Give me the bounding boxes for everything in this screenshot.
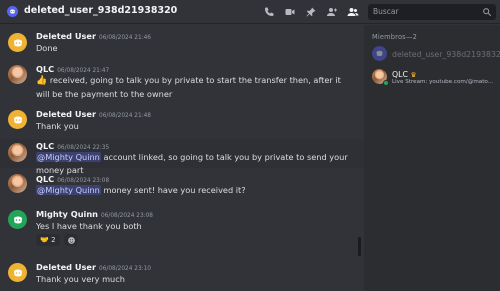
reaction-count: 2: [51, 236, 56, 244]
message-timestamp: 06/08/2024 23:08: [101, 213, 153, 219]
search-icon[interactable]: [482, 7, 492, 17]
avatar[interactable]: [8, 143, 27, 162]
member-item[interactable]: QLC ♛ Live Stream: youtube.com/@mato...: [370, 67, 496, 89]
message[interactable]: QLC 06/08/2024 21:47 👍 received, going to…: [0, 63, 364, 107]
pinned-messages-icon[interactable]: [304, 5, 317, 18]
member-list-icon[interactable]: [346, 5, 359, 18]
handshake-icon: 🤝: [40, 236, 50, 244]
scrollbar-thumb[interactable]: [358, 237, 361, 256]
discord-icon: [13, 269, 22, 276]
message-content: 👍 received, going to talk you by private…: [36, 74, 356, 100]
search-bar[interactable]: Buscar: [368, 4, 496, 20]
dm-avatar: [7, 6, 18, 17]
message[interactable]: QLC 06/08/2024 23:08 @Mighty Quinn money …: [0, 172, 364, 199]
add-reaction-button[interactable]: [64, 234, 78, 246]
message[interactable]: QLC 06/08/2024 22:35 @Mighty Quinn accoun…: [0, 139, 364, 175]
message-author[interactable]: Deleted User: [36, 31, 96, 41]
message-content: Yes I have thank you both: [36, 221, 142, 231]
member-name: deleted_user_938d21938320: [392, 50, 500, 59]
message-author[interactable]: Deleted User: [36, 262, 96, 272]
voice-call-icon[interactable]: [262, 5, 275, 18]
message-author[interactable]: Mighty Quinn: [36, 209, 98, 219]
message-author[interactable]: QLC: [36, 174, 54, 184]
discord-icon: [13, 116, 22, 123]
avatar[interactable]: [8, 110, 27, 129]
thumbs-up-icon: 👍: [36, 76, 48, 86]
message[interactable]: Deleted User 06/08/2024 21:48 Thank you: [0, 109, 364, 136]
avatar: [372, 46, 387, 61]
user-mention[interactable]: @Mighty Quinn: [36, 185, 101, 195]
message-timestamp: 06/08/2024 23:10: [99, 266, 151, 272]
avatar[interactable]: [8, 65, 27, 84]
member-activity: Live Stream: youtube.com/@mato...: [392, 79, 494, 85]
message-author[interactable]: QLC: [36, 64, 54, 74]
message[interactable]: Deleted User 06/08/2024 23:10 Thank you v…: [0, 260, 364, 290]
channel-title: deleted_user_938d21938320: [24, 5, 178, 16]
add-friends-icon[interactable]: [325, 5, 338, 18]
message-content: Thank you very much: [36, 274, 125, 284]
message-content: Done: [36, 43, 58, 53]
message-author[interactable]: QLC: [36, 141, 54, 151]
video-call-icon[interactable]: [283, 5, 296, 18]
crown-icon: ♛: [410, 71, 417, 79]
member-name: QLC: [392, 70, 408, 79]
online-status-icon: [383, 80, 389, 86]
user-mention[interactable]: @Mighty Quinn: [36, 152, 101, 162]
members-header: Miembros—2: [372, 33, 418, 41]
message[interactable]: Mighty Quinn 06/08/2024 23:08 Yes I have …: [0, 207, 364, 255]
avatar[interactable]: [8, 174, 27, 193]
avatar[interactable]: [8, 33, 27, 52]
message-timestamp: 06/08/2024 21:48: [99, 113, 151, 119]
avatar[interactable]: [8, 210, 27, 229]
avatar[interactable]: [8, 263, 27, 282]
message-author[interactable]: Deleted User: [36, 109, 96, 119]
discord-icon: [13, 216, 22, 223]
reaction-handshake[interactable]: 🤝 2: [36, 234, 60, 246]
discord-icon: [376, 50, 383, 57]
search-input[interactable]: Buscar: [373, 7, 399, 16]
message-list: Deleted User 06/08/2024 21:46 Done QLC 06/…: [0, 25, 364, 291]
add-reaction-icon: [67, 236, 75, 244]
message-content: @Mighty Quinn money sent! have you recei…: [36, 184, 356, 197]
channel-header: deleted_user_938d21938320 Buscar: [0, 0, 500, 24]
discord-icon: [13, 39, 22, 46]
message[interactable]: Deleted User 06/08/2024 21:46 Done: [0, 31, 364, 58]
member-list: Miembros—2 deleted_user_938d21938320 QLC…: [364, 25, 500, 291]
message-text: money sent! have you received it?: [100, 185, 246, 195]
message-content: Thank you: [36, 121, 79, 131]
member-item[interactable]: deleted_user_938d21938320: [370, 44, 500, 66]
message-timestamp: 06/08/2024 21:46: [99, 35, 151, 41]
message-text: received, going to talk you by private t…: [36, 75, 341, 99]
discord-icon: [10, 9, 15, 14]
